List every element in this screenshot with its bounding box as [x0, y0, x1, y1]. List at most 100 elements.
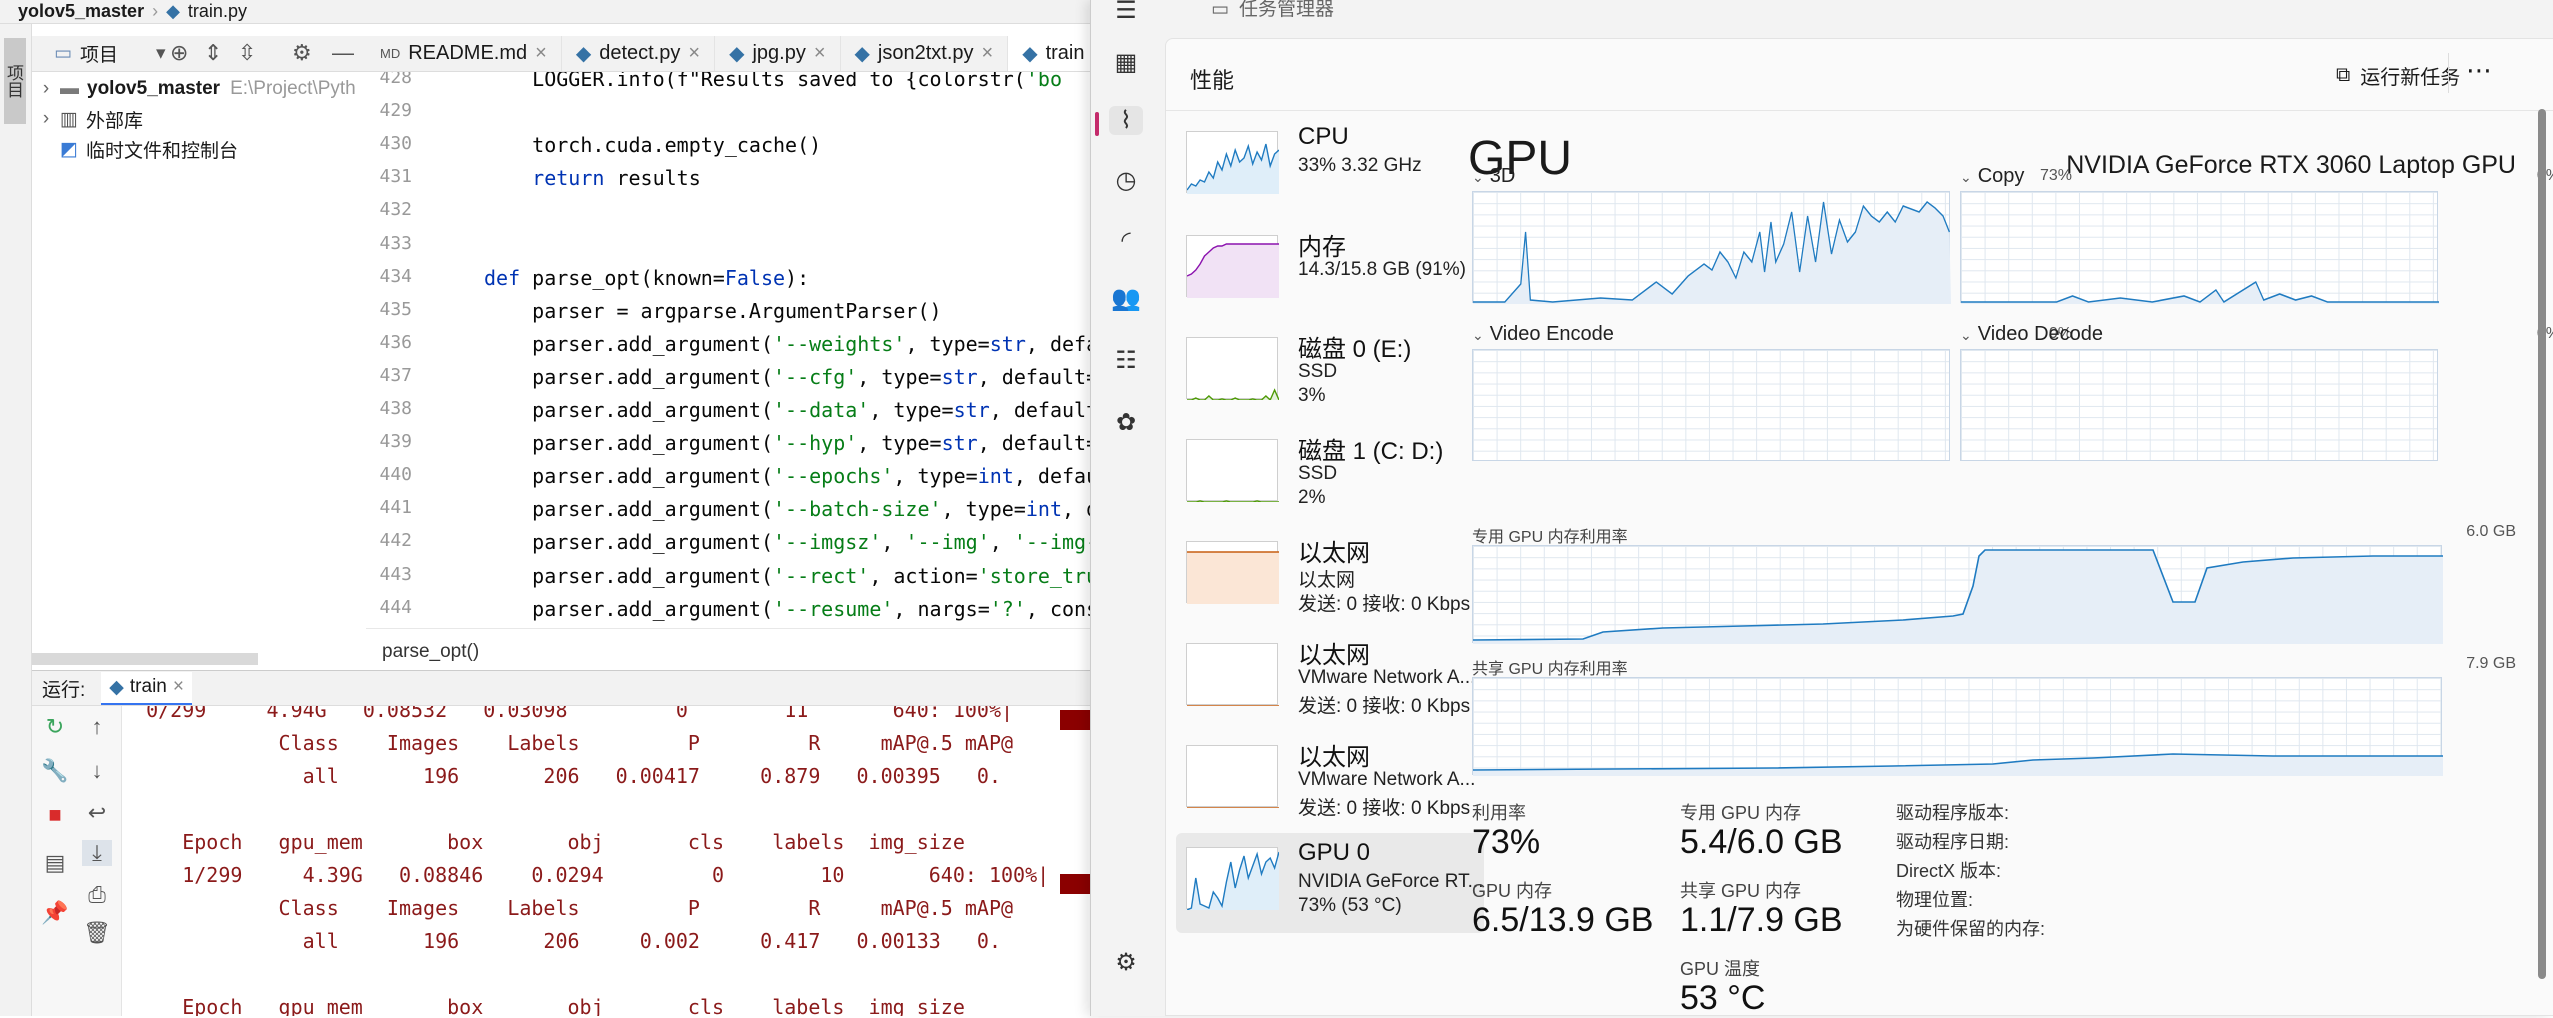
resource-item[interactable]: 以太网 以太网 发送: 0 接收: 0 Kbps	[1176, 527, 1484, 627]
project-tree: › ▬ yolov5_master E:\Project\Pyth › ▥ 外部…	[32, 72, 366, 662]
app-history-icon[interactable]: ◷	[1109, 166, 1143, 195]
engine-graph	[1960, 191, 2439, 304]
nav-selected-indicator	[1095, 112, 1099, 136]
code-line[interactable]: def parse_opt(known=False):	[484, 266, 809, 290]
arrow-down-icon[interactable]: ↓	[82, 758, 112, 784]
stop-icon[interactable]: ■	[40, 802, 70, 828]
code-line[interactable]: parser.add_argument('--rect', action='st…	[484, 564, 1100, 588]
code-line[interactable]: return results	[484, 166, 701, 190]
services-icon[interactable]: ✿	[1109, 408, 1143, 437]
engine-label[interactable]: ⌄ Copy	[1960, 165, 2024, 188]
tab-label: json2txt.py	[877, 42, 974, 64]
tab-json2txt[interactable]: ◆ json2txt.py ×	[841, 36, 1009, 71]
close-icon[interactable]: ×	[688, 42, 700, 65]
chevron-down-icon[interactable]: ⌄	[1960, 327, 1972, 343]
chevron-down-icon[interactable]: ⌄	[1472, 169, 1484, 185]
chevron-right-icon[interactable]: ›	[32, 108, 60, 130]
line-number: 436	[379, 331, 412, 353]
run-console[interactable]: 0/299 4.94G 0.08532 0.03098 0 11 640: 10…	[122, 706, 1100, 1016]
tab-train[interactable]: ◆ train	[1008, 36, 1100, 71]
resource-item[interactable]: 内存 14.3/15.8 GB (91%)	[1176, 221, 1484, 321]
details-icon[interactable]: ☷	[1109, 346, 1143, 375]
shared-mem-label: 共享 GPU 内存利用率	[1472, 661, 1628, 678]
code-line[interactable]: parser.add_argument('--imgsz', '--img', …	[484, 530, 1098, 554]
code-line[interactable]: parser.add_argument('--resume', nargs='?…	[484, 597, 1100, 621]
locate-icon[interactable]: ⊕	[170, 40, 188, 66]
horizontal-scrollbar[interactable]	[32, 653, 258, 665]
tab-detect[interactable]: ◆ detect.py ×	[562, 36, 716, 71]
resource-sparkline	[1187, 705, 1279, 707]
dedicated-mem-chart	[1472, 549, 2443, 644]
tree-item-scratches[interactable]: ◩ 临时文件和控制台	[60, 134, 238, 164]
arrow-up-icon[interactable]: ↑	[82, 714, 112, 740]
run-new-task-button[interactable]: ⧉ 运行新任务	[2336, 61, 2460, 90]
run-tab-train[interactable]: ◆ train ×	[101, 671, 192, 705]
code-editor[interactable]: 428 LOGGER.info(f"Results saved to {colo…	[366, 72, 1100, 627]
engine-label[interactable]: ⌄ 3D	[1472, 165, 1515, 188]
code-line[interactable]: torch.cuda.empty_cache()	[484, 133, 821, 157]
engine-name: Video Encode	[1489, 323, 1614, 345]
tree-item-external-libs[interactable]: › ▥ 外部库	[32, 104, 143, 134]
scroll-end-icon[interactable]: ⤓	[82, 840, 112, 866]
more-options-icon[interactable]: ⋯	[2466, 55, 2492, 86]
close-icon[interactable]: ×	[982, 42, 994, 65]
line-number: 429	[379, 100, 412, 122]
pin-icon[interactable]: 📌	[40, 900, 70, 926]
close-icon[interactable]: ×	[535, 42, 547, 65]
line-number: 438	[379, 398, 412, 419]
project-tool-tab[interactable]: 项目	[4, 38, 26, 124]
resource-item[interactable]: 磁盘 0 (E:) SSD 3%	[1176, 323, 1484, 423]
chevron-down-icon[interactable]: ▾	[156, 42, 166, 65]
resource-item[interactable]: 磁盘 1 (C: D:) SSD 2%	[1176, 425, 1484, 525]
vertical-scrollbar[interactable]	[2538, 109, 2546, 979]
expand-all-icon[interactable]: ⇕	[204, 40, 222, 66]
code-line[interactable]: parser.add_argument('--hyp', type=str, d…	[484, 431, 1098, 455]
nav-file[interactable]: train.py	[188, 1, 247, 22]
print-icon[interactable]: ⎙	[82, 882, 112, 908]
settings-gear-icon[interactable]: ⚙	[1109, 948, 1143, 977]
resource-item[interactable]: CPU 33% 3.32 GHz	[1176, 117, 1484, 217]
hamburger-menu-icon[interactable]: ☰	[1109, 0, 1143, 25]
code-line[interactable]: parser = argparse.ArgumentParser()	[484, 299, 941, 323]
engine-name: 3D	[1489, 165, 1516, 187]
code-line[interactable]: parser.add_argument('--epochs', type=int…	[484, 464, 1098, 488]
gpu-mem-label: GPU 内存	[1472, 881, 1553, 901]
nav-project[interactable]: yolov5_master	[18, 1, 144, 22]
tab-jpg[interactable]: ◆ jpg.py ×	[715, 36, 841, 71]
gear-icon[interactable]: ⚙	[292, 40, 312, 66]
startup-apps-icon[interactable]: ◜	[1109, 226, 1143, 255]
layout-icon[interactable]: ▤	[40, 850, 70, 876]
chevron-right-icon[interactable]: ›	[32, 78, 60, 100]
rerun-icon[interactable]: ↻	[40, 714, 70, 740]
wrench-icon[interactable]: 🔧	[40, 758, 70, 784]
tab-readme[interactable]: MD README.md ×	[366, 36, 562, 71]
code-line[interactable]: parser.add_argument('--data', type=str, …	[484, 398, 1100, 422]
code-line[interactable]: parser.add_argument('--cfg', type=str, d…	[484, 365, 1098, 389]
tree-item-project[interactable]: › ▬ yolov5_master E:\Project\Pyth	[32, 74, 356, 104]
engine-label[interactable]: ⌄ Video Encode	[1472, 323, 1614, 346]
line-number: 442	[379, 530, 412, 552]
processes-icon[interactable]: ▦	[1109, 48, 1143, 77]
resource-item[interactable]: GPU 0 NVIDIA GeForce RT... 73% (53 °C)	[1176, 833, 1484, 933]
resource-title: CPU	[1298, 123, 1349, 150]
code-line[interactable]: LOGGER.info(f"Results saved to {colorstr…	[484, 72, 1062, 91]
dedicated-mem-stat-value: 5.4/6.0 GB	[1680, 823, 1843, 861]
code-line[interactable]: parser.add_argument('--weights', type=st…	[484, 332, 1100, 356]
code-breadcrumb[interactable]: parse_opt()	[366, 628, 1100, 670]
performance-icon[interactable]: ⌇	[1109, 106, 1143, 135]
engine-label[interactable]: ⌄ Video Decode	[1960, 323, 2103, 346]
resource-line2: 发送: 0 接收: 0 Kbps	[1298, 696, 1471, 717]
close-icon[interactable]: ×	[173, 676, 184, 698]
users-icon[interactable]: 👥	[1109, 284, 1143, 313]
chevron-down-icon[interactable]: ⌄	[1472, 327, 1484, 343]
project-view-label[interactable]: 项目	[80, 40, 118, 67]
collapse-all-icon[interactable]: ⇳	[238, 40, 256, 66]
code-line[interactable]: parser.add_argument('--batch-size', type…	[484, 497, 1100, 521]
chevron-down-icon[interactable]: ⌄	[1960, 169, 1972, 185]
close-icon[interactable]: ×	[814, 42, 826, 65]
trash-icon[interactable]: 🗑	[82, 920, 112, 946]
minimize-icon[interactable]: —	[332, 40, 354, 66]
resource-item[interactable]: 以太网 VMware Network A... 发送: 0 接收: 0 Kbps	[1176, 629, 1484, 729]
resource-item[interactable]: 以太网 VMware Network A... 发送: 0 接收: 0 Kbps	[1176, 731, 1484, 831]
soft-wrap-icon[interactable]: ↩	[82, 800, 112, 826]
